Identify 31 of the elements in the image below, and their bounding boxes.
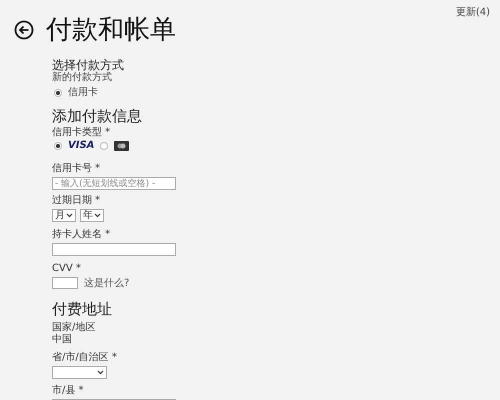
field-label: 市/县 * [52, 385, 85, 397]
page-title: 付款和帐单 [46, 14, 176, 46]
visa-label: VISA [68, 140, 94, 151]
radio-label: 信用卡 [68, 87, 98, 98]
field-label: 省/市/自治区 * [52, 352, 118, 364]
field-label: 信用卡类型 * [52, 127, 112, 139]
field-label: 国家/地区 [52, 322, 96, 334]
card-number-field[interactable]: - 输入(无短划线或空格) - [52, 177, 176, 190]
field-label: 信用卡号 * [52, 163, 102, 175]
province-select[interactable] [52, 366, 107, 379]
radio-button[interactable] [100, 142, 108, 150]
update-link[interactable]: 更新(4) [456, 7, 490, 18]
section-heading: 选择付款方式 [52, 58, 125, 72]
field-label: 过期日期 * [52, 195, 102, 207]
chevron-down-icon [66, 213, 73, 218]
country-value: 中国 [52, 334, 73, 346]
section-subtitle: 新的付款方式 [52, 72, 113, 83]
field-label: CVV * [52, 263, 82, 275]
chevron-down-icon [97, 370, 104, 375]
month-select[interactable]: 月 [52, 209, 76, 222]
field-label: 持卡人姓名 * [52, 229, 112, 241]
radio-button[interactable] [54, 88, 62, 96]
help-link[interactable]: 这是什么? [84, 278, 130, 288]
chevron-down-icon [94, 213, 101, 218]
year-select[interactable]: 年 [80, 209, 104, 222]
section-heading: 付费地址 [52, 301, 113, 318]
section-heading: 添加付款信息 [52, 108, 143, 125]
card-logo-icon [114, 140, 130, 150]
radio-button[interactable] [54, 142, 62, 150]
cardholder-name-field[interactable] [52, 243, 176, 256]
cvv-field[interactable] [52, 277, 78, 289]
